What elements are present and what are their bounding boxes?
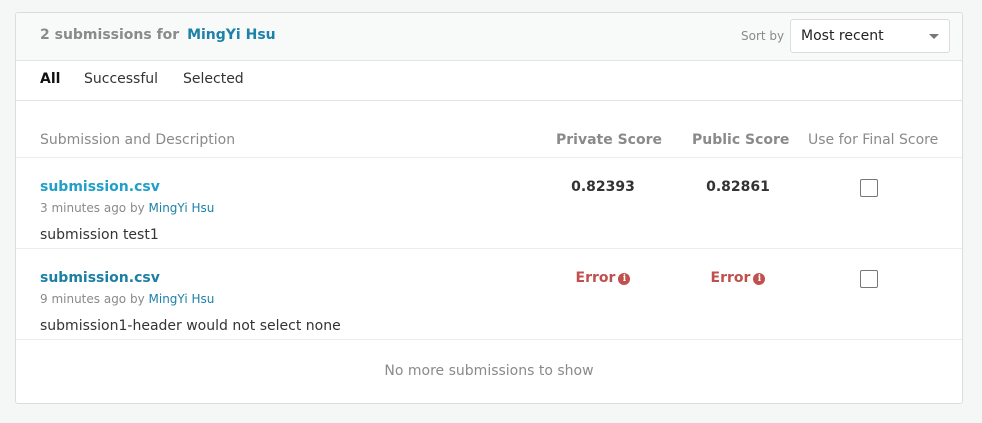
private-score-error: Error i [556, 270, 650, 286]
tab-all[interactable]: All [40, 71, 60, 87]
public-score: 0.82861 [706, 179, 770, 195]
private-score: 0.82393 [571, 179, 635, 195]
table-row: submission.csv 9 minutes ago by MingYi H… [16, 259, 962, 349]
submission-count-label: 2 submissions for [40, 27, 180, 43]
submissions-header: 2 submissions for MingYi Hsu Sort by Mos… [16, 13, 962, 61]
submission-meta: 3 minutes ago by MingYi Hsu [40, 201, 214, 215]
divider [16, 339, 962, 340]
filter-tabs: All Successful Selected [16, 60, 962, 101]
table-row: submission.csv 3 minutes ago by MingYi H… [16, 168, 962, 258]
submission-time: 3 minutes ago by [40, 201, 145, 215]
submission-user-link[interactable]: MingYi Hsu [149, 292, 215, 306]
submission-meta: 9 minutes ago by MingYi Hsu [40, 292, 214, 306]
private-score-error-text: Error [575, 270, 616, 286]
final-score-checkbox[interactable] [860, 179, 878, 197]
public-score-error: Error i [692, 270, 784, 286]
sort-label: Sort by [741, 29, 785, 43]
info-circle-icon[interactable]: i [753, 273, 766, 285]
column-header-final-score: Use for Final Score [808, 132, 939, 148]
sort-dropdown[interactable]: Most recent [790, 19, 950, 53]
info-circle-icon[interactable]: i [618, 273, 631, 285]
submission-count: 2 submissions for MingYi Hsu [40, 27, 276, 43]
tab-successful[interactable]: Successful [84, 71, 158, 87]
submission-description: submission test1 [40, 227, 159, 243]
submissions-panel: 2 submissions for MingYi Hsu Sort by Mos… [15, 12, 963, 404]
public-score-error-text: Error [710, 270, 751, 286]
submission-file-link[interactable]: submission.csv [40, 270, 160, 286]
submission-time: 9 minutes ago by [40, 292, 145, 306]
column-header-public-score: Public Score [692, 132, 790, 148]
column-header-description: Submission and Description [40, 132, 236, 148]
chevron-down-icon [929, 34, 939, 39]
column-header-private-score: Private Score [556, 132, 662, 148]
submission-file-link[interactable]: submission.csv [40, 179, 160, 195]
user-name-link[interactable]: MingYi Hsu [187, 27, 276, 43]
no-more-submissions-message: No more submissions to show [384, 363, 594, 379]
sort-selected-value: Most recent [801, 28, 884, 44]
divider [16, 157, 962, 158]
tab-selected[interactable]: Selected [183, 71, 244, 87]
submission-user-link[interactable]: MingYi Hsu [149, 201, 215, 215]
submission-description: submission1-header would not select none [40, 318, 341, 334]
final-score-checkbox[interactable] [860, 270, 878, 288]
divider [16, 248, 962, 249]
